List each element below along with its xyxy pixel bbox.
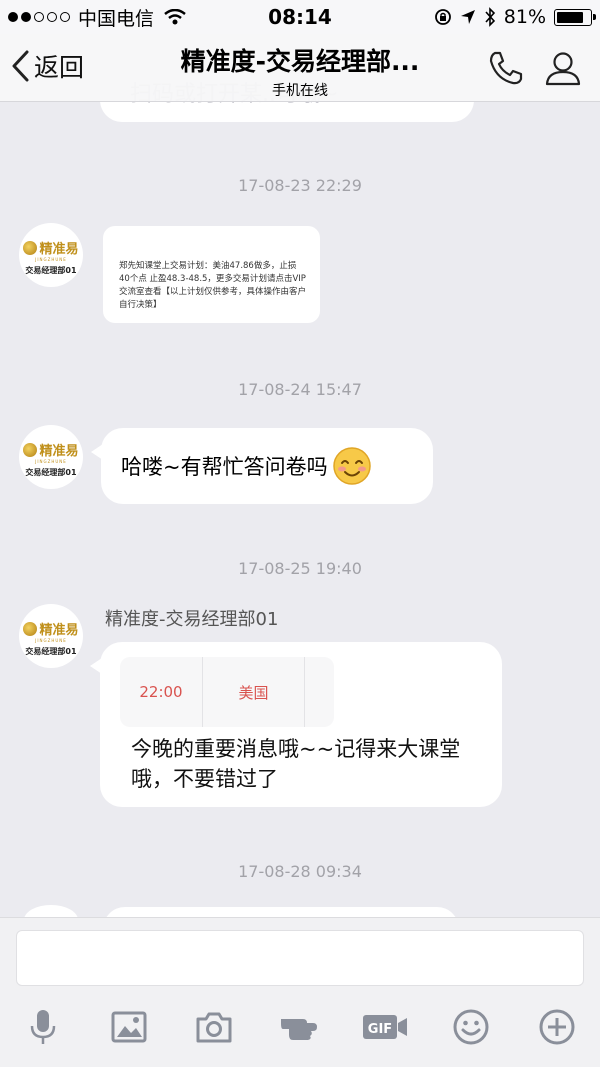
avatar[interactable]: 精准易 JINGZHUNE 交易经理部01 (19, 425, 83, 489)
phone-icon[interactable] (486, 48, 526, 88)
chevron-left-icon (12, 50, 29, 82)
timestamp: 17-08-28 09:34 (238, 862, 362, 881)
voice-icon (30, 1010, 56, 1044)
gif-button[interactable]: GIF (361, 1004, 409, 1050)
image-message-text: 郑先知课堂上交易计划：美油47.86做多，止损40个点 止盈48.3-48.5，… (119, 261, 307, 310)
image-message[interactable]: 郑先知课堂上交易计划：美油47.86做多，止损40个点 止盈48.3-48.5，… (103, 226, 320, 323)
online-status: 手机在线 (272, 83, 328, 99)
avatar[interactable] (24, 905, 78, 917)
message-text: 哈喽~有帮忙答问卷吗 (121, 455, 328, 479)
sender-name: 精准度-交易经理部01 (105, 609, 279, 630)
camera-button[interactable] (191, 1004, 237, 1050)
chat-area[interactable]: 17-08-23 22:29 精准易 JINGZHUNE 交易经理部01 郑先知… (0, 102, 600, 917)
timestamp: 17-08-24 15:47 (238, 380, 362, 399)
orientation-lock-icon (434, 9, 451, 25)
avatar-logo: 精准易 (23, 238, 79, 257)
contact-icon[interactable] (543, 48, 583, 88)
back-button[interactable]: 返回 (10, 48, 84, 84)
emoji-button[interactable] (448, 1004, 494, 1050)
chat-title[interactable]: 精准度-交易经理部... 手机在线 (150, 42, 450, 100)
gif-icon: GIF (363, 1015, 407, 1039)
event-time: 22:00 (120, 657, 203, 727)
message-input[interactable] (16, 930, 584, 986)
location-icon (460, 10, 475, 24)
poke-button[interactable] (276, 1004, 322, 1050)
event-table: 22:00 美国 (120, 657, 334, 727)
image-icon (111, 1011, 147, 1043)
avatar[interactable]: 精准易 JINGZHUNE 交易经理部01 (19, 223, 83, 287)
event-country: 美国 (203, 657, 305, 727)
poke-icon (281, 1019, 317, 1040)
page-title: 精准度-交易经理部... (180, 47, 420, 76)
signal-icon (8, 12, 70, 22)
avatar-logo: 精准易 (23, 440, 79, 459)
emoji-icon (453, 1009, 489, 1045)
battery-icon (554, 8, 596, 26)
nav-bar: 返回 精准度-交易经理部... 手机在线 (0, 34, 600, 102)
camera-icon (196, 1012, 232, 1043)
text-message[interactable]: 哈喽~有帮忙答问卷吗 (91, 428, 433, 504)
image-button[interactable] (106, 1004, 152, 1050)
message-bubble[interactable] (103, 907, 459, 917)
status-bar: 中国电信 08:14 81% (0, 0, 600, 34)
card-message-text: 今晚的重要消息哦~~记得来大课堂哦，不要错过了 (131, 737, 461, 791)
wifi-icon (164, 9, 186, 25)
avatar[interactable]: 精准易 JINGZHUNE 交易经理部01 (19, 604, 83, 668)
more-button[interactable] (534, 1004, 580, 1050)
battery-percent: 81% (503, 6, 546, 28)
svg-text:GIF: GIF (368, 1022, 392, 1037)
input-area: GIF (0, 917, 600, 1067)
plus-icon (539, 1009, 575, 1045)
timestamp: 17-08-23 22:29 (238, 176, 362, 195)
timestamp: 17-08-25 19:40 (238, 559, 362, 578)
event-cell (305, 657, 334, 727)
voice-button[interactable] (20, 1004, 66, 1050)
avatar-logo: 精准易 (23, 619, 79, 638)
carrier-label: 中国电信 (78, 7, 155, 30)
back-label: 返回 (34, 53, 85, 82)
bluetooth-icon (485, 7, 495, 27)
input-toolbar: GIF (0, 1004, 600, 1054)
card-message[interactable]: 22:00 美国 今晚的重要消息哦~~记得来大课堂哦，不要错过了 (90, 642, 502, 807)
smile-emoji-icon (332, 447, 371, 485)
battery-fill (557, 11, 583, 23)
